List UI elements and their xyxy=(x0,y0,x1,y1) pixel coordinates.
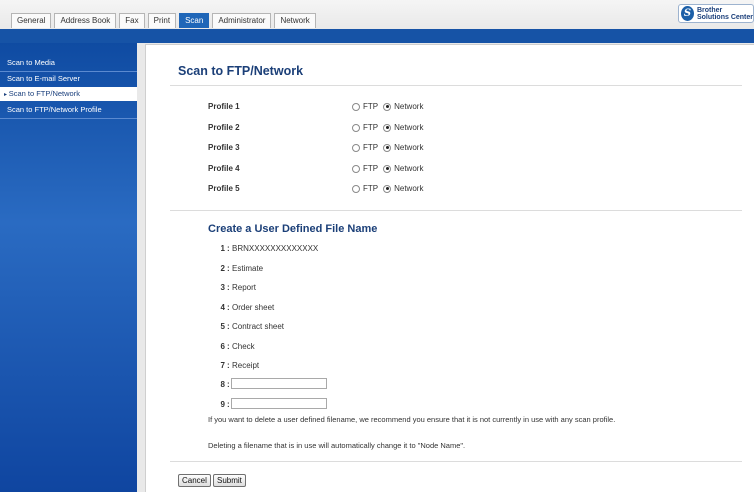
profile-5-ftp-radio[interactable] xyxy=(352,184,360,193)
filename-number: 8 xyxy=(220,380,225,389)
brother-logo-icon: S xyxy=(681,6,694,21)
filename-number: 5 xyxy=(220,322,225,331)
filename-colon: : xyxy=(227,400,230,409)
sidebar-divider xyxy=(0,118,137,119)
page-title: Scan to FTP/Network xyxy=(178,64,304,78)
filename-colon: : xyxy=(227,244,230,253)
filename-value: Receipt xyxy=(232,361,260,370)
tab-print[interactable]: Print xyxy=(147,13,177,28)
sidebar-item-scan-to-ftp-network[interactable]: Scan to FTP/Network xyxy=(0,87,137,101)
profile-label: Profile 4 xyxy=(208,164,240,173)
top-tab-bar: General Address Book Fax Print Scan Admi… xyxy=(0,0,754,29)
node-name-note: Deleting a filename that is in use will … xyxy=(208,441,466,450)
profile-label: Profile 2 xyxy=(208,123,240,132)
filename-number: 6 xyxy=(220,342,225,351)
filename-number: 3 xyxy=(220,283,225,292)
filenames-section-title: Create a User Defined File Name xyxy=(208,223,378,235)
logo-line1: Brother xyxy=(696,6,723,14)
profile-3-ftp-radio[interactable] xyxy=(352,143,360,152)
tab-administrator[interactable]: Administrator xyxy=(212,13,272,28)
delete-filename-note: If you want to delete a user defined fil… xyxy=(208,415,616,424)
filename-colon: : xyxy=(227,303,230,312)
profile-5-radio-group: FTP Network xyxy=(352,184,428,193)
profile-1-network-radio[interactable] xyxy=(383,102,392,111)
profile-1-ftp-radio[interactable] xyxy=(352,102,360,111)
filename-value: Check xyxy=(232,342,255,351)
ftp-label: FTP xyxy=(363,102,379,111)
submit-button[interactable]: Submit xyxy=(213,474,246,487)
logo-line2: Solutions Center xyxy=(696,13,753,21)
header-band xyxy=(0,29,754,43)
profile-3-radio-group: FTP Network xyxy=(352,143,428,152)
filename-colon: : xyxy=(227,361,230,370)
profile-label: Profile 3 xyxy=(208,143,240,152)
profile-4-network-radio[interactable] xyxy=(383,164,392,173)
brother-solutions-center-link[interactable]: S Brother Solutions Center xyxy=(678,4,754,23)
profile-1-radio-group: FTP Network xyxy=(352,102,428,111)
tab-scan[interactable]: Scan xyxy=(179,13,210,28)
filename-number: 7 xyxy=(220,361,225,370)
network-label: Network xyxy=(394,164,424,173)
filename-value: Contract sheet xyxy=(232,322,285,331)
network-label: Network xyxy=(394,102,424,111)
profile-2-radio-group: FTP Network xyxy=(352,123,428,132)
ftp-label: FTP xyxy=(363,123,379,132)
filename-9-input[interactable] xyxy=(231,398,327,409)
profile-5-network-radio[interactable] xyxy=(383,184,392,193)
profile-3-network-radio[interactable] xyxy=(383,143,392,152)
sidebar-item-scan-to-ftp-network-profile[interactable]: Scan to FTP/Network Profile xyxy=(0,103,137,117)
filename-value: Order sheet xyxy=(232,303,275,312)
filename-colon: : xyxy=(227,322,230,331)
divider xyxy=(170,210,742,211)
profile-4-ftp-radio[interactable] xyxy=(352,164,360,173)
logo-text: Brother Solutions Center xyxy=(697,7,753,21)
divider xyxy=(170,85,742,86)
filename-number: 9 xyxy=(220,400,225,409)
network-label: Network xyxy=(394,143,424,152)
sidebar: Scan to Media Scan to E-mail Server Scan… xyxy=(0,43,137,492)
ftp-label: FTP xyxy=(363,164,379,173)
network-label: Network xyxy=(394,123,424,132)
sidebar-item-scan-to-email-server[interactable]: Scan to E-mail Server xyxy=(0,72,137,86)
sidebar-item-scan-to-media[interactable]: Scan to Media xyxy=(0,56,137,70)
filename-colon: : xyxy=(227,283,230,292)
tab-address-book[interactable]: Address Book xyxy=(54,13,117,28)
filename-8-input[interactable] xyxy=(231,378,327,389)
profile-label: Profile 5 xyxy=(208,184,240,193)
tab-strip: General Address Book Fax Print Scan Admi… xyxy=(11,13,319,28)
filename-colon: : xyxy=(227,380,230,389)
profile-2-ftp-radio[interactable] xyxy=(352,123,360,132)
filename-number: 2 xyxy=(220,264,225,273)
ftp-label: FTP xyxy=(363,184,379,193)
profile-label: Profile 1 xyxy=(208,102,240,111)
filename-colon: : xyxy=(227,264,230,273)
ftp-label: FTP xyxy=(363,143,379,152)
cancel-button[interactable]: Cancel xyxy=(178,474,211,487)
divider xyxy=(170,461,742,462)
filename-value: Estimate xyxy=(232,264,264,273)
filename-number: 4 xyxy=(220,303,225,312)
profile-4-radio-group: FTP Network xyxy=(352,164,428,173)
filename-value: Report xyxy=(232,283,257,292)
network-label: Network xyxy=(394,184,424,193)
tab-fax[interactable]: Fax xyxy=(119,13,145,28)
filename-number: 1 xyxy=(220,244,225,253)
filename-value: BRNXXXXXXXXXXXXX xyxy=(232,244,319,253)
tab-network[interactable]: Network xyxy=(274,13,316,28)
profile-2-network-radio[interactable] xyxy=(383,123,392,132)
tab-general[interactable]: General xyxy=(11,13,52,28)
filename-colon: : xyxy=(227,342,230,351)
